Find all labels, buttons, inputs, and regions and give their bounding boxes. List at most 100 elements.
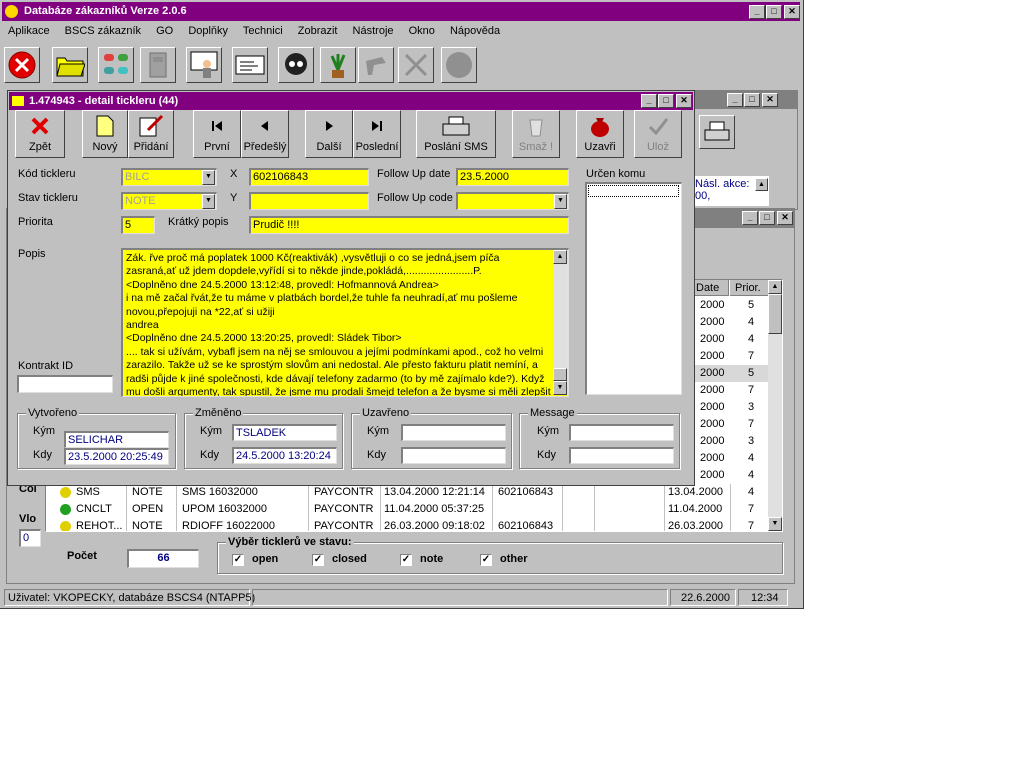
stav-dropdown-arrow[interactable]: ▼ bbox=[202, 194, 215, 209]
priorita-input[interactable]: 5 bbox=[121, 216, 155, 234]
back-button[interactable]: Zpět bbox=[15, 110, 65, 158]
cell-user: PAYCONTR bbox=[314, 486, 374, 498]
add-button[interactable]: Přidání bbox=[128, 110, 174, 158]
filter-closed-checkbox[interactable]: ✓ bbox=[312, 554, 324, 566]
status-date: 22.6.2000 bbox=[670, 589, 736, 606]
row-status-icon bbox=[60, 487, 71, 498]
toolbar-card-button[interactable] bbox=[232, 47, 268, 83]
table-row[interactable]: CNCLT OPEN UPOM 16032000 PAYCONTR 11.04.2000… bbox=[46, 501, 776, 518]
column-divider bbox=[562, 518, 563, 531]
maximize-button[interactable]: □ bbox=[766, 5, 782, 19]
row-date: 2000 bbox=[700, 401, 725, 413]
list-minimize-button[interactable]: _ bbox=[742, 211, 758, 225]
popis-label: Popis bbox=[18, 248, 46, 260]
list-maximize-button[interactable]: □ bbox=[759, 211, 775, 225]
popis-scroll-up[interactable]: ▲ bbox=[553, 250, 567, 264]
close-ticket-button[interactable]: Uzavři bbox=[576, 110, 624, 158]
save-button[interactable]: Ulož bbox=[634, 110, 682, 158]
toolbar-tools-button[interactable] bbox=[398, 47, 434, 83]
toolbar-plant-button[interactable] bbox=[320, 47, 356, 83]
bg1-minimize-button[interactable]: _ bbox=[727, 93, 743, 107]
list-close-button[interactable]: ✕ bbox=[777, 211, 793, 225]
kod-label: Kód tickleru bbox=[18, 168, 76, 180]
pocet-label: Počet bbox=[67, 550, 97, 562]
bg1-close-button[interactable]: ✕ bbox=[762, 93, 778, 107]
menu-go[interactable]: GO bbox=[156, 25, 173, 37]
menu-zobrazit[interactable]: Zobrazit bbox=[298, 25, 338, 37]
delete-button[interactable]: Smaž ! bbox=[512, 110, 560, 158]
close-button[interactable]: ✕ bbox=[784, 5, 800, 19]
toolbar-phones-button[interactable] bbox=[98, 47, 134, 83]
toolbar-machine-button[interactable] bbox=[140, 47, 176, 83]
kratky-popis-input[interactable]: Prudič !!!! bbox=[249, 216, 569, 234]
toolbar-circle-button[interactable] bbox=[441, 47, 477, 83]
cell-stav: OPEN bbox=[132, 503, 164, 515]
new-button[interactable]: Nový bbox=[82, 110, 128, 158]
toolbar-folder-button[interactable] bbox=[52, 47, 88, 83]
filter-note-checkbox[interactable]: ✓ bbox=[400, 554, 412, 566]
scroll-up-button[interactable]: ▲ bbox=[768, 280, 782, 294]
column-divider bbox=[562, 501, 563, 518]
urcen-komu-list[interactable] bbox=[585, 182, 682, 395]
print-button[interactable] bbox=[699, 115, 735, 149]
vlo-input[interactable]: 0 bbox=[19, 529, 41, 547]
toolbar-presenter-button[interactable] bbox=[186, 47, 222, 83]
trash-icon bbox=[529, 119, 543, 137]
kod-dropdown-arrow[interactable]: ▼ bbox=[202, 170, 215, 185]
popis-scrollbar[interactable]: ▲ ▼ bbox=[553, 250, 567, 395]
scroll-down-button[interactable]: ▼ bbox=[768, 517, 782, 531]
popis-scroll-thumb[interactable] bbox=[553, 368, 567, 381]
next-button[interactable]: Další bbox=[305, 110, 353, 158]
filter-group: Výběr ticklerů ve stavu: ✓ open ✓ closed… bbox=[217, 536, 783, 574]
table-row[interactable]: REHOT... NOTE RDIOFF 16022000 PAYCONTR 26.03… bbox=[46, 518, 776, 532]
table-vscrollbar[interactable]: ▲ ▼ bbox=[768, 280, 782, 531]
menu-bscs[interactable]: BSCS zákazník bbox=[65, 25, 141, 37]
last-button[interactable]: Poslední bbox=[353, 110, 401, 158]
fu-code-select[interactable] bbox=[456, 192, 569, 210]
toolbar-spy-button[interactable] bbox=[278, 47, 314, 83]
fu-date-input[interactable]: 23.5.2000 bbox=[456, 168, 569, 186]
x-input[interactable]: 602106843 bbox=[249, 168, 369, 186]
fu-code-dropdown-arrow[interactable]: ▼ bbox=[554, 194, 567, 209]
send-sms-button[interactable]: Poslání SMS bbox=[416, 110, 496, 158]
kratky-popis-label: Krátký popis bbox=[168, 216, 229, 228]
cell-date: 11.04.2000 bbox=[668, 503, 723, 515]
row-date: 2000 bbox=[700, 384, 725, 396]
column-divider bbox=[126, 501, 127, 518]
popis-line: zasraná,ať už jdem dopdele,vyřídí si to … bbox=[126, 265, 482, 278]
bg1-maximize-button[interactable]: □ bbox=[744, 93, 760, 107]
cell-code: REHOT... bbox=[76, 520, 123, 532]
detail-maximize-button[interactable]: □ bbox=[658, 94, 674, 108]
menu-nastroje[interactable]: Nástroje bbox=[353, 25, 394, 37]
minimize-button[interactable]: _ bbox=[749, 5, 765, 19]
menu-doplnky[interactable]: Doplňky bbox=[188, 25, 228, 37]
row-prior: 4 bbox=[748, 469, 755, 481]
menu-napoveda[interactable]: Nápověda bbox=[450, 25, 500, 37]
table-row[interactable]: SMS NOTE SMS 16032000 PAYCONTR 13.04.2000 12… bbox=[46, 484, 776, 501]
toolbar-drill-button[interactable] bbox=[358, 47, 394, 83]
nasl-akce-scroll[interactable]: ▲ bbox=[755, 178, 768, 191]
detail-minimize-button[interactable]: _ bbox=[641, 94, 657, 108]
filter-other-checkbox[interactable]: ✓ bbox=[480, 554, 492, 566]
filter-open-checkbox[interactable]: ✓ bbox=[232, 554, 244, 566]
detail-title-bar: 1.474943 - detail tickleru (44) _ □ ✕ bbox=[9, 92, 693, 110]
scroll-thumb[interactable] bbox=[768, 294, 782, 334]
app-title: Databáze zákazníků Verze 2.0.6 bbox=[24, 5, 187, 17]
menu-aplikace[interactable]: Aplikace bbox=[8, 25, 50, 37]
first-button[interactable]: První bbox=[193, 110, 241, 158]
popis-textarea[interactable]: Zák. řve proč má poplatek 1000 Kč(reakti… bbox=[121, 248, 569, 397]
detail-close-button[interactable]: ✕ bbox=[676, 94, 692, 108]
row-date: 2000 bbox=[700, 452, 725, 464]
column-divider bbox=[380, 518, 381, 531]
menu-technici[interactable]: Technici bbox=[243, 25, 283, 37]
column-divider bbox=[126, 518, 127, 531]
row-prior: 5 bbox=[748, 299, 755, 311]
y-input[interactable] bbox=[249, 192, 369, 210]
toolbar-exit-button[interactable] bbox=[4, 47, 40, 83]
previous-button[interactable]: Předešlý bbox=[241, 110, 289, 158]
kontrakt-input[interactable] bbox=[17, 375, 113, 393]
menu-okno[interactable]: Okno bbox=[409, 25, 435, 37]
cell-prior: 4 bbox=[748, 486, 755, 498]
popis-scroll-down[interactable]: ▼ bbox=[553, 381, 567, 395]
priorita-label: Priorita bbox=[18, 216, 53, 228]
